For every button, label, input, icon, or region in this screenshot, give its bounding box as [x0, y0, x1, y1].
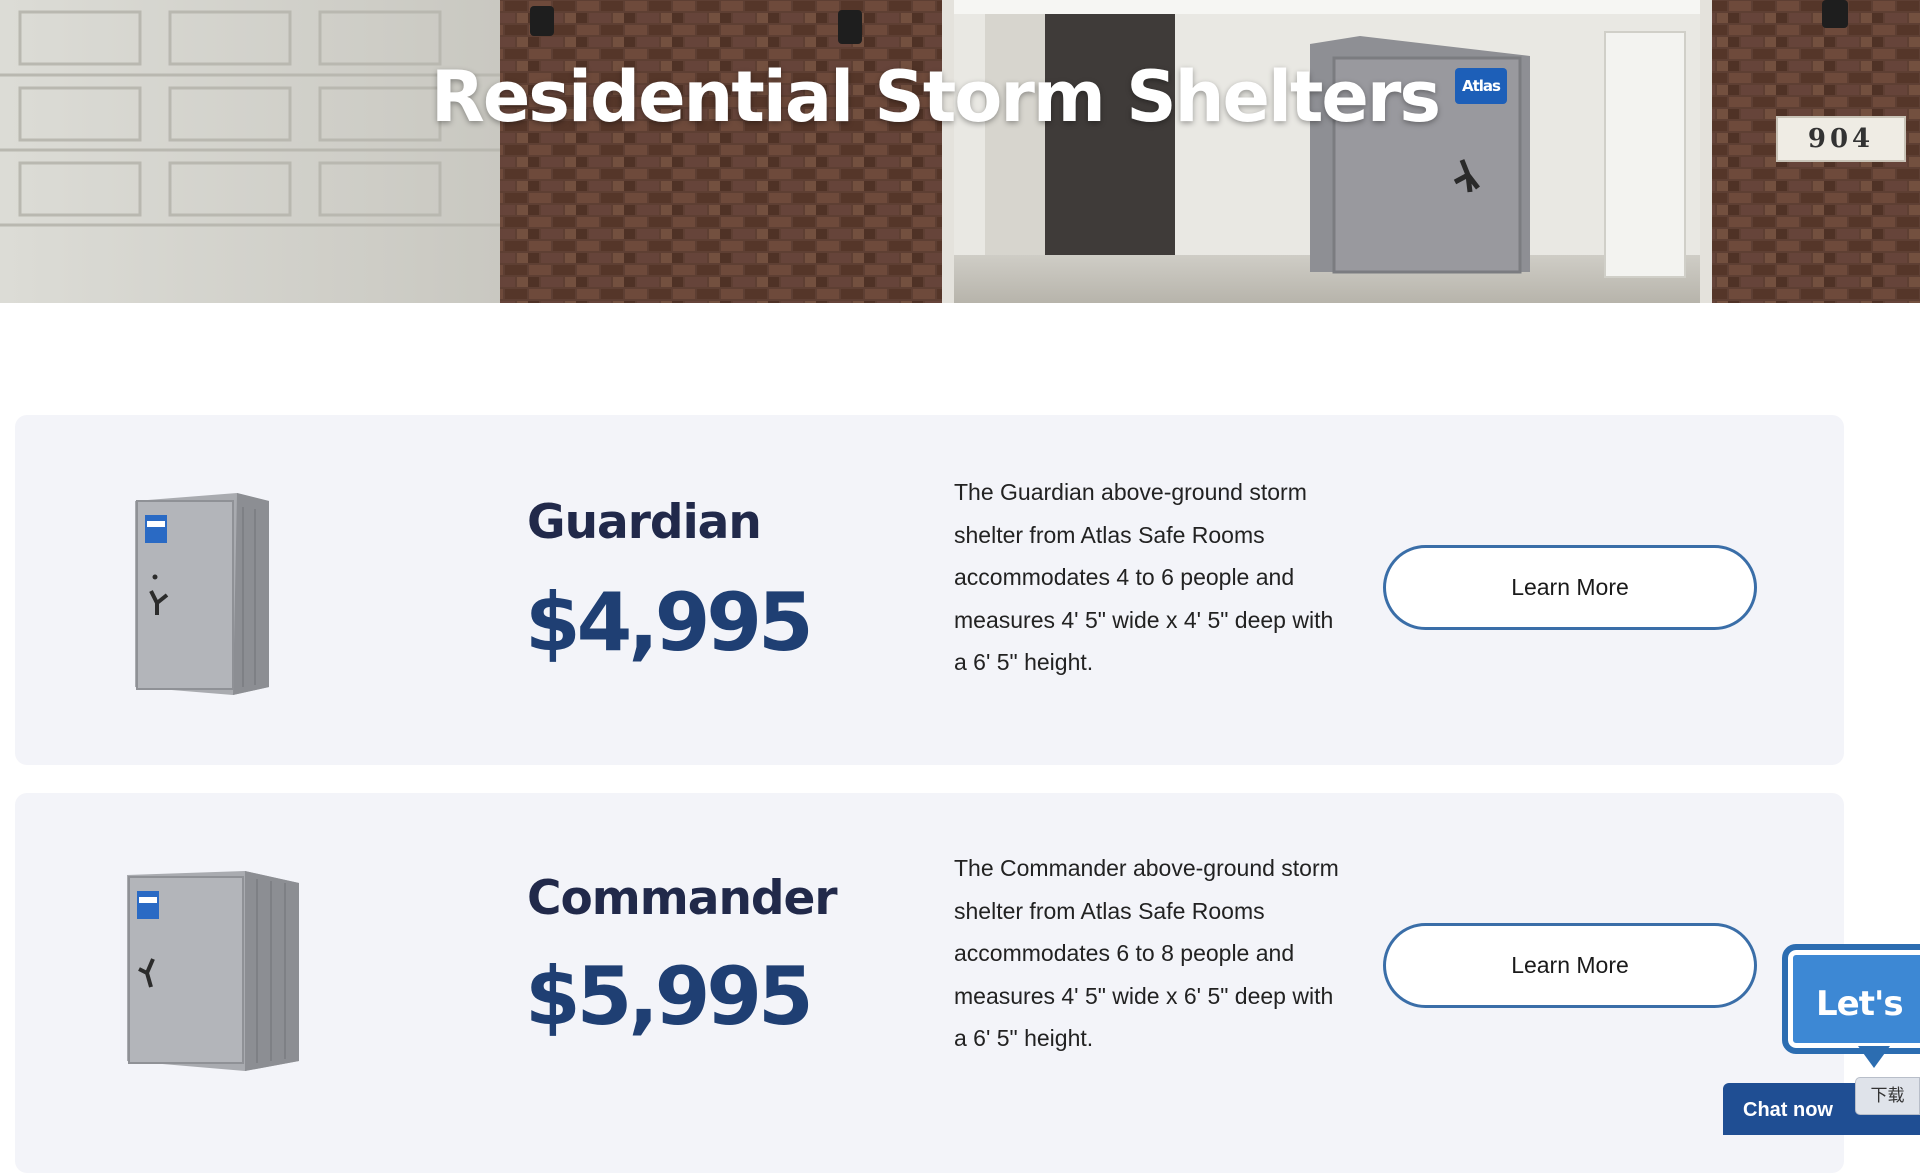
product-description: The Guardian above-ground storm shelter …	[954, 479, 1334, 675]
chat-invite-bubble[interactable]: Let's	[1782, 944, 1920, 1054]
commander-shelter-image	[127, 871, 299, 1071]
hero-banner: 904 Atlas Residential Storm Shelters	[0, 0, 1920, 303]
chat-invite-text: Let's	[1816, 984, 1904, 1024]
product-price: $5,995	[525, 950, 814, 1043]
learn-more-button[interactable]: Learn More	[1383, 545, 1757, 630]
guardian-shelter-image	[135, 493, 269, 695]
product-price: $4,995	[525, 576, 814, 669]
page-title: Residential Storm Shelters	[430, 56, 1441, 138]
product-card-guardian: Guardian $4,995 The Guardian above-groun…	[15, 415, 1844, 765]
download-button[interactable]: 下载	[1855, 1077, 1920, 1115]
product-card-commander: Commander $5,995 The Commander above-gro…	[15, 793, 1844, 1173]
product-description: The Commander above-ground storm shelter…	[954, 855, 1339, 1051]
product-name: Commander	[527, 871, 838, 926]
hero-background-image	[0, 0, 1920, 303]
product-name: Guardian	[527, 495, 762, 550]
chat-bubble-tail	[1858, 1046, 1890, 1068]
learn-more-button[interactable]: Learn More	[1383, 923, 1757, 1008]
